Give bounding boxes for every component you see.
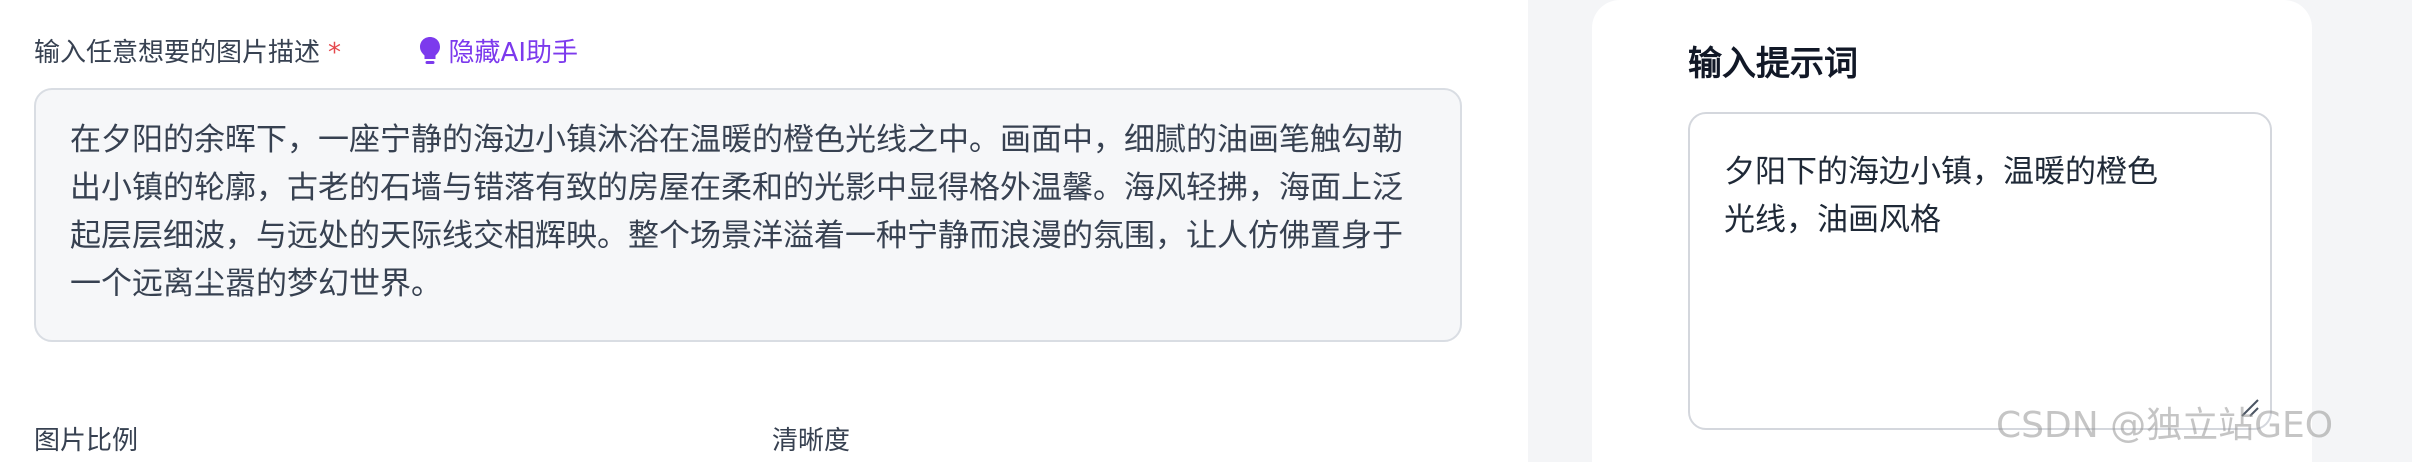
lightbulb-icon xyxy=(419,36,440,64)
image-description-panel: 输入任意想要的图片描述 * 隐藏AI助手 在夕阳的余晖下，一座宁静的海边小镇沐浴在… xyxy=(0,0,1528,462)
description-label: 输入任意想要的图片描述 * xyxy=(34,32,341,69)
clarity-label: 清晰度 xyxy=(772,426,851,456)
toggle-ai-assistant-button[interactable]: 隐藏AI助手 xyxy=(419,32,578,69)
toggle-ai-assistant-label: 隐藏AI助手 xyxy=(448,38,578,68)
watermark: CSDN @独立站GEO xyxy=(1996,405,2334,446)
description-textarea[interactable]: 在夕阳的余晖下，一座宁静的海边小镇沐浴在温暖的橙色光线之中。画面中，细腻的油画笔… xyxy=(34,88,1462,342)
prompt-title: 输入提示词 xyxy=(1688,44,1858,84)
prompt-card: 输入提示词 夕阳下的海边小镇，温暖的橙色光线，油画风格 xyxy=(1592,0,2312,462)
prompt-textarea[interactable]: 夕阳下的海边小镇，温暖的橙色光线，油画风格 xyxy=(1688,112,2272,430)
aspect-ratio-label: 图片比例 xyxy=(34,426,139,456)
description-label-text: 输入任意想要的图片描述 xyxy=(34,38,321,68)
required-mark: * xyxy=(328,38,342,68)
prompt-text: 夕阳下的海边小镇，温暖的橙色光线，油画风格 xyxy=(1724,154,2158,238)
